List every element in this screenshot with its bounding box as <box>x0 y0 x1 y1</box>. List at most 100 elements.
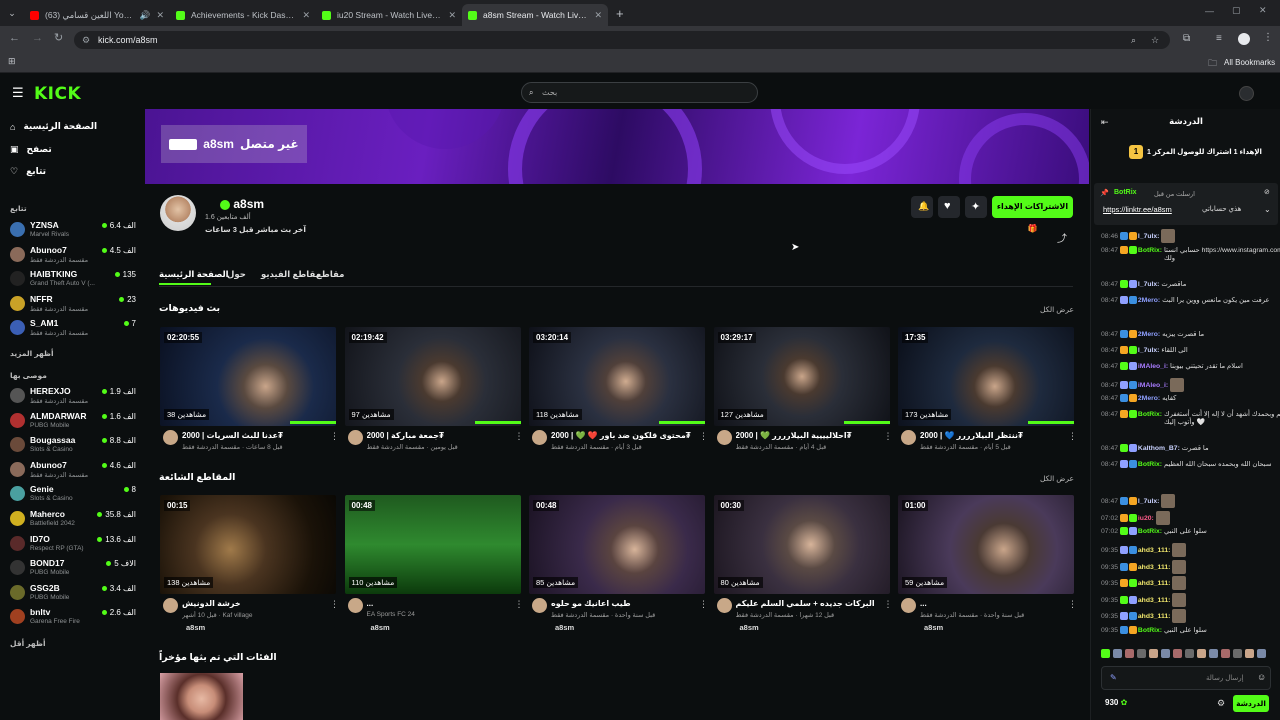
message-user[interactable]: ahd3_111: <box>1138 613 1171 620</box>
recent-category-thumbnail[interactable] <box>160 673 243 720</box>
chat-message[interactable]: 08:47 2Mero: كفايه <box>1101 394 1176 402</box>
share-icon[interactable]: ⤴ <box>1057 230 1067 245</box>
message-user[interactable]: 2Mero: <box>1138 296 1160 303</box>
extensions-icon[interactable]: ⧉ <box>1183 33 1190 44</box>
browser-tab-youtube[interactable]: (63) اللعين قسامي YouTube 🔊 ✕ <box>24 4 170 26</box>
kebab-menu-icon[interactable]: ⋮ <box>699 599 708 610</box>
sidebar-channel-row[interactable]: HAIBTKING Grand Theft Auto V (... 135 <box>10 268 136 292</box>
restore-icon[interactable]: ▢ <box>1232 5 1241 16</box>
close-tab-icon[interactable]: ✕ <box>448 10 456 21</box>
card-title[interactable]: محتوى قلكون ضد باور ❤️ 💚 | 2000₮ <box>551 431 691 440</box>
sparkle-button[interactable]: ✦ <box>965 196 987 218</box>
kebab-menu-icon[interactable]: ⋮ <box>1068 599 1077 610</box>
clip-card[interactable]: 00:48 110 مشاهدين... EA Sports FC 24 a8sm ⋮ <box>344 495 524 635</box>
expand-chevron-icon[interactable]: ⌄ <box>1264 205 1271 214</box>
kebab-menu-icon[interactable]: ⋮ <box>515 599 524 610</box>
sidebar-channel-row[interactable]: NFFR مقسمة الدردشة فقط 23 <box>10 293 136 317</box>
emote-icon[interactable] <box>1233 649 1242 658</box>
sidebar-channel-row[interactable]: ID7O Respect RP (GTA) 13.6 الف <box>10 533 136 557</box>
message-user[interactable]: iu20: <box>1138 514 1154 521</box>
chat-message[interactable]: 09:35 ahd3_111: <box>1101 543 1187 557</box>
browser-tab-iu20[interactable]: iu20 Stream - Watch Live on Ki ✕ <box>316 4 462 26</box>
emote-icon[interactable] <box>1245 649 1254 658</box>
chat-message[interactable]: 09:35 ahd3_111: <box>1101 576 1187 590</box>
channel-avatar[interactable] <box>163 598 178 613</box>
new-tab-icon[interactable]: + <box>616 6 624 21</box>
chat-message[interactable]: 08:47 iMAleo_i: اسلام ما تقدر تحيتني بيو… <box>1101 361 1243 370</box>
message-user[interactable]: 2Mero: <box>1138 395 1160 402</box>
message-user[interactable]: l_7ulx: <box>1138 233 1160 240</box>
browser-tab-a8sm[interactable]: a8sm Stream - Watch Live on K ✕ <box>462 4 608 26</box>
channel-avatar[interactable] <box>347 598 363 613</box>
reload-icon[interactable]: ↻ <box>54 31 63 44</box>
thumbnail[interactable]: 17:35 173 مشاهدين <box>898 327 1074 426</box>
chat-message[interactable]: 08:47 BotRix: سبحانك اللهم وبحمدك أشهد أ… <box>1101 410 1280 426</box>
card-title[interactable]: ... <box>920 599 1060 608</box>
chat-send-button[interactable]: الدردشة <box>1233 695 1269 712</box>
vod-card[interactable]: 03:29:17 127 مشاهدين احلاليييية البيلارررر… <box>713 327 893 467</box>
thumbnail[interactable]: 03:20:14 118 مشاهدين <box>529 327 705 426</box>
message-user[interactable]: l_7ulx: <box>1138 280 1160 287</box>
sidebar-nav-following[interactable]: ♡ تتابع <box>10 166 46 177</box>
bookmark-star-icon[interactable]: ☆ <box>1151 31 1159 49</box>
thumbnail[interactable]: 01:00 59 مشاهدين <box>898 495 1074 594</box>
vod-card[interactable]: 03:20:14 118 مشاهدين محتوى قلكون ضد باور ❤… <box>529 327 708 467</box>
follow-heart-button[interactable]: ♥ <box>938 196 960 218</box>
chat-message[interactable]: 08:47 l_7ulx: الى اللقاء <box>1101 345 1188 354</box>
clip-card[interactable]: 00:15 138 مشاهدين خرشة الدونيش قبل 10 أشهر … <box>160 495 339 635</box>
message-user[interactable]: l_7ulx: <box>1138 498 1160 505</box>
channel-avatar[interactable] <box>532 598 547 613</box>
search-input[interactable]: ⌕ بحث <box>521 82 758 103</box>
back-icon[interactable]: ← <box>9 32 20 44</box>
sidebar-channel-row[interactable]: Abunoo7 مقسمة الدردشة فقط 4.5 الف <box>10 244 136 268</box>
chat-message[interactable]: 07:02 BotRix: سلوا على النبي <box>1101 527 1207 535</box>
message-user[interactable]: BotRix: <box>1138 626 1162 633</box>
card-title[interactable]: ننتظر البيلارررر 💙 | 2000₮ <box>920 431 1060 440</box>
forward-icon[interactable]: → <box>32 32 43 44</box>
emote-icon[interactable] <box>1161 649 1170 658</box>
card-title[interactable]: طيب اعانيك مو حلوه <box>551 599 691 608</box>
card-title[interactable]: احلاليييية البيلارررر 💚 | 2000₮ <box>736 431 876 440</box>
clip-card[interactable]: 00:48 85 مشاهدين طيب اعانيك مو حلوه قبل سنة… <box>529 495 708 635</box>
tab-about[interactable]: حول <box>227 269 246 280</box>
emote-icon[interactable] <box>1257 649 1266 658</box>
channel-avatar[interactable] <box>716 430 732 445</box>
apps-grid-icon[interactable]: ⊞ <box>8 56 16 67</box>
message-user[interactable]: ahd3_111: <box>1138 580 1171 587</box>
all-bookmarks-link[interactable]: All Bookmarks <box>1224 58 1275 67</box>
gift-subscriptions-button[interactable]: الاشتراكات الإهداء 🎁 <box>992 196 1073 233</box>
sidebar-channel-row[interactable]: BOND17 PUBG Mobile 5 الاف <box>10 557 136 581</box>
sidebar-nav-browse[interactable]: ▣ تصفح <box>10 144 52 155</box>
channel-points[interactable]: 930 ✿ <box>1105 698 1127 707</box>
clip-card[interactable]: 01:00 59 مشاهدين... قبل سنة واحدة · مقسمة … <box>898 495 1077 635</box>
kebab-menu-icon[interactable]: ⋮ <box>330 599 339 610</box>
thumbnail[interactable]: 02:19:42 97 مشاهدين <box>344 327 521 426</box>
sidebar-channel-row[interactable]: Genie Slots & Casino 8 <box>10 483 136 507</box>
clips-view-all-link[interactable]: عرض الكل <box>1040 474 1074 483</box>
message-user[interactable]: BotRix: <box>1138 411 1162 418</box>
chat-message[interactable]: 08:47 l_7ulx: ماقصرت <box>1101 279 1186 288</box>
close-tab-icon[interactable]: ✕ <box>302 10 310 21</box>
thumbnail[interactable]: 00:48 85 مشاهدين <box>529 495 705 594</box>
browser-menu-icon[interactable]: ⋮ <box>1263 32 1273 43</box>
mute-icon[interactable]: ⊘ <box>1264 188 1270 196</box>
message-user[interactable]: ahd3_111: <box>1138 547 1171 554</box>
close-tab-icon[interactable]: ✕ <box>594 10 602 21</box>
sidebar-channel-row[interactable]: bnltv Garena Free Fire 2.6 الف <box>10 606 136 630</box>
channel-avatar[interactable] <box>901 598 916 613</box>
url-field[interactable]: ⚙ kick.com/a8sm ⌕ ☆ <box>74 31 1170 49</box>
chat-message[interactable]: 08:46 l_7ulx: <box>1101 229 1176 243</box>
chat-message[interactable]: 08:47 2Mero: ما قصرت يبزيه <box>1101 329 1204 338</box>
kebab-menu-icon[interactable]: ⋮ <box>1068 431 1077 442</box>
chat-settings-icon[interactable]: ⚙ <box>1217 698 1225 709</box>
chat-message[interactable]: 08:47 2Mero: عرفت مين يكون مانعس ووين ير… <box>1101 295 1270 304</box>
chat-message[interactable]: 09:35 ahd3_111: <box>1101 592 1187 607</box>
channel-avatar[interactable] <box>160 195 196 231</box>
vod-card[interactable]: 17:35 173 مشاهدين ننتظر البيلارررر 💙 | 200… <box>898 327 1077 467</box>
chat-message[interactable]: 09:35 ahd3_111: <box>1101 559 1187 574</box>
card-author[interactable]: a8sm <box>186 623 205 632</box>
sidebar-channel-row[interactable]: GSG2B PUBG Mobile 3.4 الف <box>10 582 136 606</box>
sidebar-channel-row[interactable]: S_AM1 مقسمة الدردشة فقط 7 <box>10 317 136 341</box>
vod-card[interactable]: 02:20:55 38 مشاهدين عدنا للبث السريات | 20… <box>160 327 339 467</box>
tab-videos[interactable]: مقاطع الفيديو <box>261 269 321 280</box>
